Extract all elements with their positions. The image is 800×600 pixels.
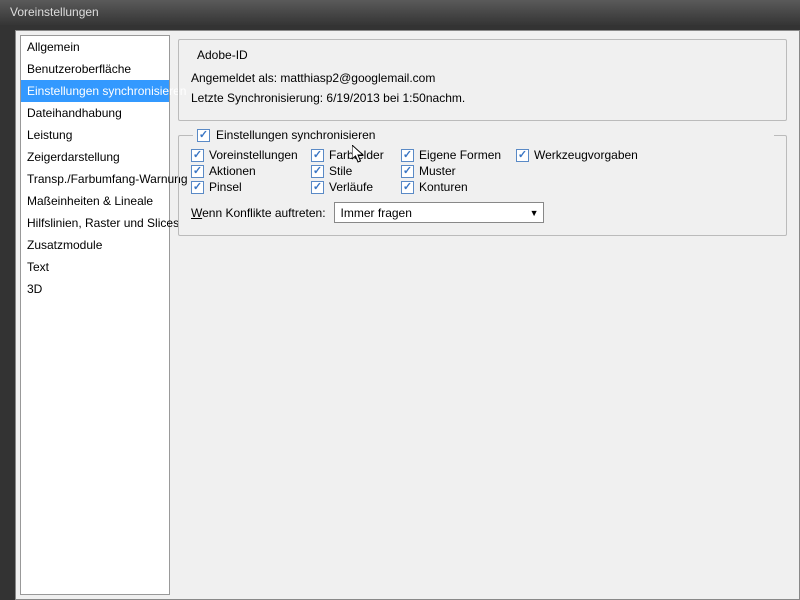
adobe-id-group: Adobe-ID Angemeldet als: matthiasp2@goog…	[178, 39, 787, 121]
conflict-row: Wenn Konflikte auftreten: Immer fragen ▼	[191, 202, 774, 223]
sidebar-item-7[interactable]: Maßeinheiten & Lineale	[21, 190, 169, 212]
sync-check-5[interactable]: Stile	[311, 164, 401, 178]
checkbox-icon[interactable]	[311, 181, 324, 194]
conflict-value: Immer fragen	[341, 206, 412, 220]
sync-check-label: Aktionen	[209, 164, 256, 178]
sidebar-item-6[interactable]: Transp./Farbumfang-Warnung	[21, 168, 169, 190]
signed-in-label: Angemeldet als:	[191, 71, 277, 85]
sidebar-item-4[interactable]: Leistung	[21, 124, 169, 146]
sync-check-6[interactable]: Muster	[401, 164, 516, 178]
checkbox-icon[interactable]	[191, 165, 204, 178]
preferences-dialog: AllgemeinBenutzeroberflächeEinstellungen…	[15, 30, 800, 600]
sync-check-label: Farbfelder	[329, 148, 384, 162]
sync-check-label: Verläufe	[329, 180, 373, 194]
chevron-down-icon: ▼	[530, 208, 539, 218]
sync-check-3[interactable]: Werkzeugvorgaben	[516, 148, 656, 162]
sidebar-item-0[interactable]: Allgemein	[21, 36, 169, 58]
sync-check-label: Voreinstellungen	[209, 148, 298, 162]
sync-check-2[interactable]: Eigene Formen	[401, 148, 516, 162]
sync-check-8[interactable]: Verläufe	[311, 180, 401, 194]
checkbox-icon[interactable]	[191, 181, 204, 194]
last-sync-line: Letzte Synchronisierung: 6/19/2013 bei 1…	[191, 88, 774, 108]
sidebar-item-1[interactable]: Benutzeroberfläche	[21, 58, 169, 80]
sync-check-0[interactable]: Voreinstellungen	[191, 148, 311, 162]
sidebar-item-9[interactable]: Zusatzmodule	[21, 234, 169, 256]
checkbox-icon[interactable]	[401, 181, 414, 194]
sync-check-7[interactable]: Pinsel	[191, 180, 311, 194]
sync-check-label: Konturen	[419, 180, 468, 194]
sync-check-label: Pinsel	[209, 180, 242, 194]
sync-check-label: Eigene Formen	[419, 148, 501, 162]
sync-check-4[interactable]: Aktionen	[191, 164, 311, 178]
sidebar-item-11[interactable]: 3D	[21, 278, 169, 300]
conflict-select[interactable]: Immer fragen ▼	[334, 202, 544, 223]
sync-check-1[interactable]: Farbfelder	[311, 148, 401, 162]
sync-check-label: Muster	[419, 164, 456, 178]
checkbox-icon[interactable]	[516, 149, 529, 162]
sync-legend-label: Einstellungen synchronisieren	[216, 128, 375, 142]
last-sync-value: 6/19/2013 bei 1:50nachm.	[326, 91, 465, 105]
checkbox-icon[interactable]	[311, 149, 324, 162]
preferences-sidebar: AllgemeinBenutzeroberflächeEinstellungen…	[20, 35, 170, 595]
checkbox-icon[interactable]	[401, 149, 414, 162]
checkbox-icon[interactable]	[401, 165, 414, 178]
sidebar-item-2[interactable]: Einstellungen synchronisieren	[21, 80, 169, 102]
last-sync-label: Letzte Synchronisierung:	[191, 91, 323, 105]
sync-group: Einstellungen synchronisieren Voreinstel…	[178, 135, 787, 236]
sidebar-item-5[interactable]: Zeigerdarstellung	[21, 146, 169, 168]
title-bar: Voreinstellungen	[0, 0, 800, 25]
sync-check-label: Werkzeugvorgaben	[534, 148, 638, 162]
checkbox-icon[interactable]	[311, 165, 324, 178]
window-title: Voreinstellungen	[10, 5, 99, 19]
conflict-label: Wenn Konflikte auftreten:	[191, 206, 326, 220]
sidebar-item-10[interactable]: Text	[21, 256, 169, 278]
sync-check-label: Stile	[329, 164, 352, 178]
sync-check-9[interactable]: Konturen	[401, 180, 516, 194]
sync-legend: Einstellungen synchronisieren	[193, 128, 774, 142]
adobe-id-legend: Adobe-ID	[193, 48, 252, 62]
preferences-content: Adobe-ID Angemeldet als: matthiasp2@goog…	[174, 31, 799, 599]
signed-in-value: matthiasp2@googlemail.com	[280, 71, 435, 85]
sidebar-item-8[interactable]: Hilfslinien, Raster und Slices	[21, 212, 169, 234]
signed-in-line: Angemeldet als: matthiasp2@googlemail.co…	[191, 68, 774, 88]
sync-master-checkbox[interactable]	[197, 129, 210, 142]
checkbox-icon[interactable]	[191, 149, 204, 162]
sidebar-item-3[interactable]: Dateihandhabung	[21, 102, 169, 124]
